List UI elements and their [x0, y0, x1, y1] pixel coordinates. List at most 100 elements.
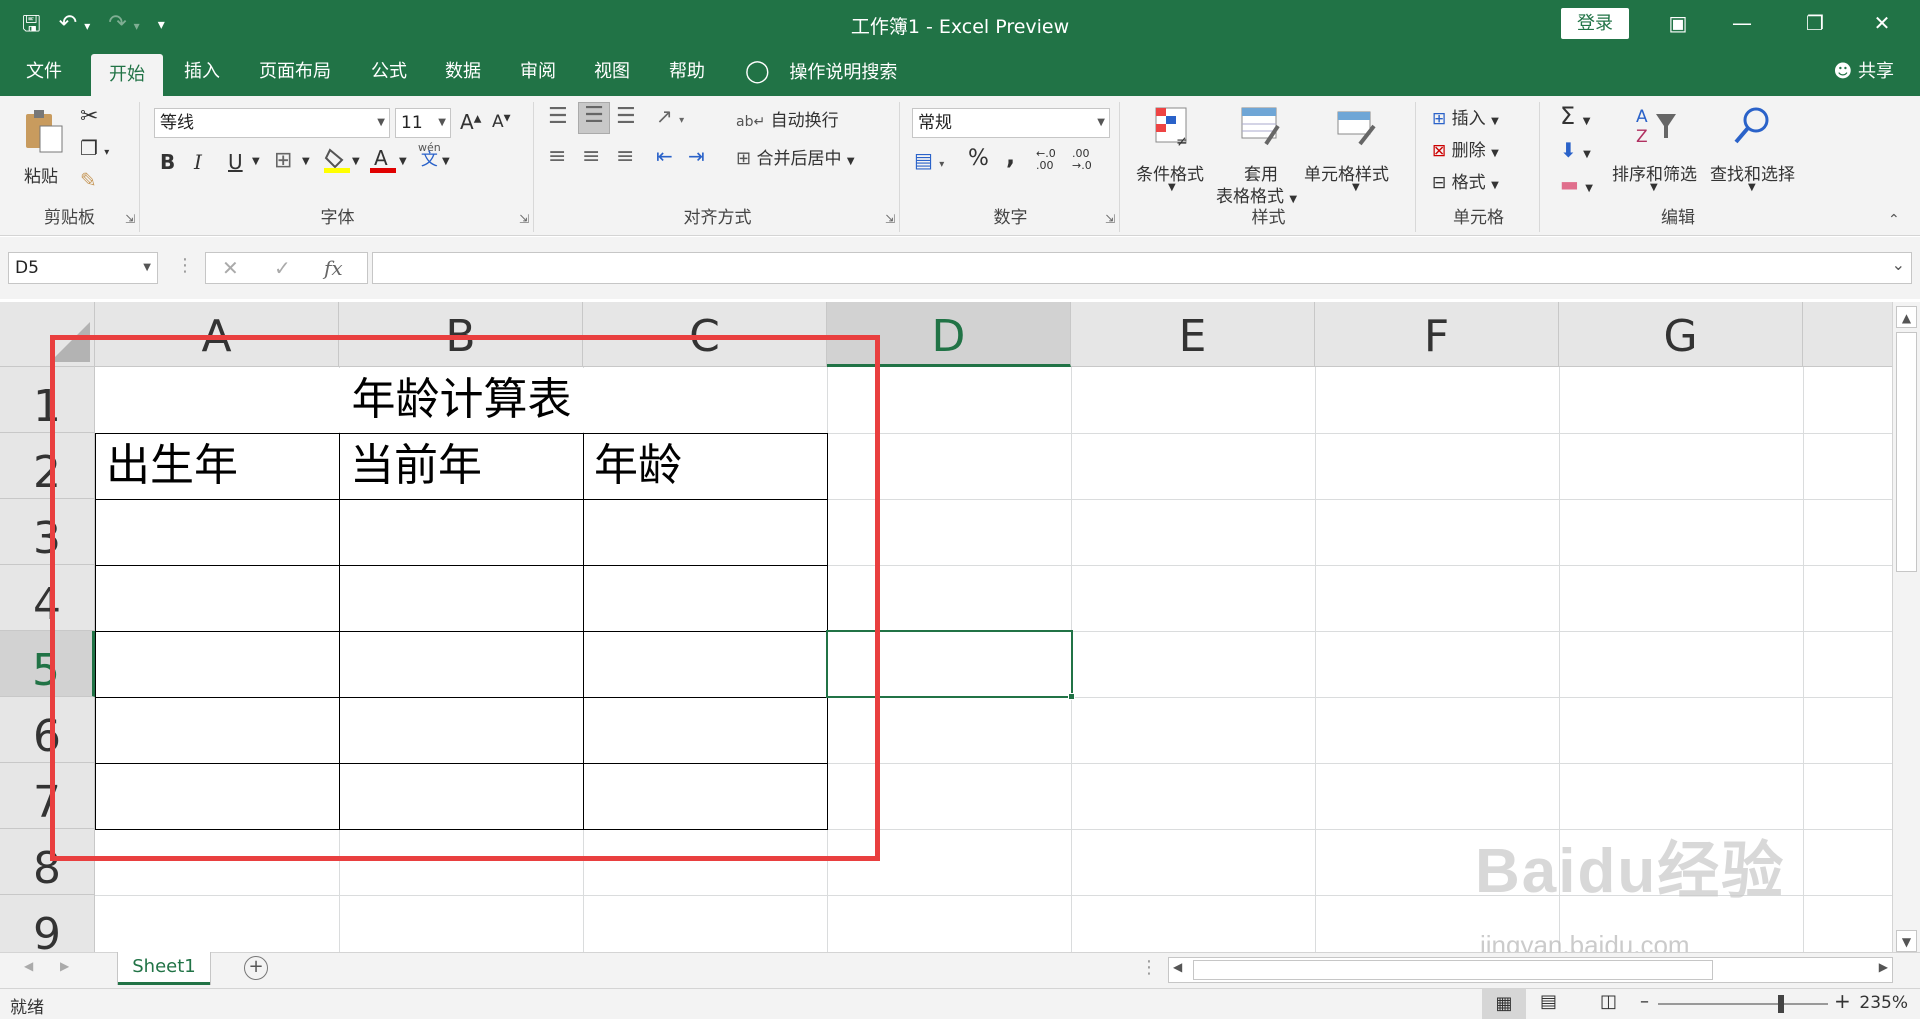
alignment-launcher-icon[interactable]: ⇲: [885, 212, 895, 226]
add-sheet-icon[interactable]: +: [244, 956, 268, 980]
normal-view-icon[interactable]: ▦: [1482, 989, 1526, 1019]
find-select-icon[interactable]: [1730, 104, 1774, 148]
chevron-down-icon[interactable]: ▼: [1650, 182, 1658, 193]
percent-button[interactable]: %: [968, 146, 989, 171]
orientation-icon[interactable]: ↗ ▾: [656, 104, 684, 128]
vertical-scrollbar[interactable]: ▲ ▼: [1892, 302, 1920, 957]
collapse-ribbon-icon[interactable]: ⌃: [1888, 212, 1900, 228]
zoom-slider[interactable]: [1658, 1003, 1828, 1005]
font-name-select[interactable]: 等线 ▼: [154, 108, 390, 138]
tab-page-layout[interactable]: 页面布局: [255, 48, 335, 96]
align-left-icon[interactable]: ≡: [548, 144, 566, 169]
enter-icon[interactable]: ✓: [274, 256, 291, 280]
column-header-e[interactable]: E: [1071, 302, 1315, 367]
cell-styles-label[interactable]: 单元格样式: [1304, 160, 1389, 185]
cancel-icon[interactable]: ✕: [222, 256, 239, 280]
minimize-icon[interactable]: —: [1722, 8, 1762, 38]
delete-cells-button[interactable]: ⊠ 删除 ▼: [1432, 136, 1499, 161]
font-color-icon[interactable]: A: [370, 146, 396, 179]
scroll-up-icon[interactable]: ▲: [1896, 306, 1917, 328]
font-launcher-icon[interactable]: ⇲: [519, 212, 529, 226]
align-center-icon[interactable]: ≡: [582, 144, 600, 169]
tell-me-search[interactable]: ◯ 操作说明搜索: [745, 48, 897, 96]
align-top-icon[interactable]: ☰: [548, 104, 568, 129]
decrease-font-icon[interactable]: A▼: [492, 112, 511, 132]
name-box[interactable]: D5 ▼: [8, 252, 158, 284]
scroll-left-icon[interactable]: ◀: [1173, 960, 1182, 974]
increase-font-icon[interactable]: A▲: [460, 110, 481, 134]
worksheet-grid[interactable]: A B C D E F G 1 2 3 4 5 6 7 8 9 年龄计算表 出生…: [0, 302, 1892, 952]
chevron-down-icon[interactable]: ▼: [302, 156, 310, 167]
column-header-f[interactable]: F: [1315, 302, 1559, 367]
tab-help[interactable]: 帮助: [665, 48, 709, 96]
wrap-text-button[interactable]: ab↵ 自动换行: [736, 106, 839, 131]
vertical-scroll-thumb[interactable]: [1896, 332, 1917, 572]
formula-input[interactable]: ⌄: [372, 252, 1912, 284]
paste-icon[interactable]: [22, 108, 66, 153]
close-icon[interactable]: ✕: [1862, 8, 1902, 38]
sheet-tab-sheet1[interactable]: Sheet1: [118, 952, 210, 985]
border-icon[interactable]: ⊞: [274, 148, 292, 173]
number-launcher-icon[interactable]: ⇲: [1105, 212, 1115, 226]
prev-sheet-icon[interactable]: ◀: [24, 959, 33, 973]
scroll-right-icon[interactable]: ▶: [1879, 960, 1888, 974]
fill-icon[interactable]: ⬇ ▼: [1560, 138, 1591, 162]
insert-cells-button[interactable]: ⊞ 插入 ▼: [1432, 104, 1499, 129]
format-cells-button[interactable]: ⊟ 格式 ▼: [1432, 168, 1499, 193]
next-sheet-icon[interactable]: ▶: [60, 959, 69, 973]
clipboard-launcher-icon[interactable]: ⇲: [125, 212, 135, 226]
page-layout-view-icon[interactable]: ▤: [1540, 991, 1557, 1012]
column-header-g[interactable]: G: [1559, 302, 1803, 367]
paste-label[interactable]: 粘贴: [24, 162, 58, 187]
expand-formula-icon[interactable]: ⌄: [1892, 255, 1905, 274]
currency-icon[interactable]: ▤ ▾: [914, 148, 944, 172]
decrease-decimal-icon[interactable]: .00 →.0: [1072, 148, 1092, 172]
conditional-format-icon[interactable]: ≠: [1150, 104, 1194, 150]
tab-formulas[interactable]: 公式: [367, 48, 411, 96]
tab-insert[interactable]: 插入: [180, 48, 224, 96]
row-header-9[interactable]: 9: [0, 895, 95, 952]
split-handle-icon[interactable]: ⋮: [1140, 957, 1158, 978]
increase-decimal-icon[interactable]: ←.0.00: [1036, 148, 1056, 172]
fill-color-icon[interactable]: [324, 146, 350, 179]
cell-styles-icon[interactable]: [1334, 104, 1378, 148]
cut-icon[interactable]: ✂: [80, 104, 98, 129]
zoom-slider-knob[interactable]: [1778, 995, 1784, 1013]
autosum-icon[interactable]: Σ ▼: [1560, 102, 1591, 130]
tab-view[interactable]: 视图: [590, 48, 634, 96]
tab-file[interactable]: 文件: [22, 48, 66, 96]
tab-review[interactable]: 审阅: [516, 48, 560, 96]
chevron-down-icon[interactable]: ▼: [442, 156, 450, 167]
decrease-indent-icon[interactable]: ⇤: [656, 144, 673, 168]
chevron-down-icon[interactable]: ▼: [1352, 182, 1360, 193]
align-right-icon[interactable]: ≡: [616, 144, 634, 169]
bold-button[interactable]: B: [160, 150, 175, 174]
phonetic-icon[interactable]: wén 文: [418, 142, 441, 169]
horizontal-scroll-thumb[interactable]: [1193, 960, 1713, 980]
format-painter-icon[interactable]: ✎: [80, 168, 97, 192]
fill-handle[interactable]: [1068, 693, 1075, 700]
underline-button[interactable]: U: [228, 150, 243, 174]
increase-indent-icon[interactable]: ⇥: [688, 144, 705, 168]
restore-icon[interactable]: ❐: [1795, 8, 1835, 38]
chevron-down-icon[interactable]: ▼: [352, 156, 360, 167]
page-break-view-icon[interactable]: ◫: [1600, 991, 1617, 1012]
number-format-select[interactable]: 常规 ▼: [912, 108, 1110, 138]
merge-center-button[interactable]: ⊞ 合并后居中 ▼: [736, 144, 855, 169]
italic-button[interactable]: I: [194, 150, 202, 174]
tab-home[interactable]: 开始: [91, 54, 163, 96]
ribbon-display-icon[interactable]: ▣: [1658, 8, 1698, 38]
login-button[interactable]: 登录: [1561, 8, 1629, 39]
chevron-down-icon[interactable]: ▼: [252, 156, 260, 167]
zoom-out-icon[interactable]: –: [1640, 991, 1649, 1012]
tab-data[interactable]: 数据: [441, 48, 485, 96]
sort-filter-icon[interactable]: AZ: [1634, 104, 1678, 148]
chevron-down-icon[interactable]: ▼: [1168, 182, 1176, 193]
share-button[interactable]: ☻ 共享: [1834, 48, 1895, 96]
column-header-partial[interactable]: [1803, 302, 1892, 367]
comma-button[interactable]: ,: [1006, 142, 1015, 170]
insert-function-icon[interactable]: fx: [324, 256, 343, 280]
scroll-down-icon[interactable]: ▼: [1896, 930, 1917, 952]
chevron-down-icon[interactable]: ▼: [1748, 182, 1756, 193]
font-size-select[interactable]: 11 ▼: [395, 108, 451, 138]
